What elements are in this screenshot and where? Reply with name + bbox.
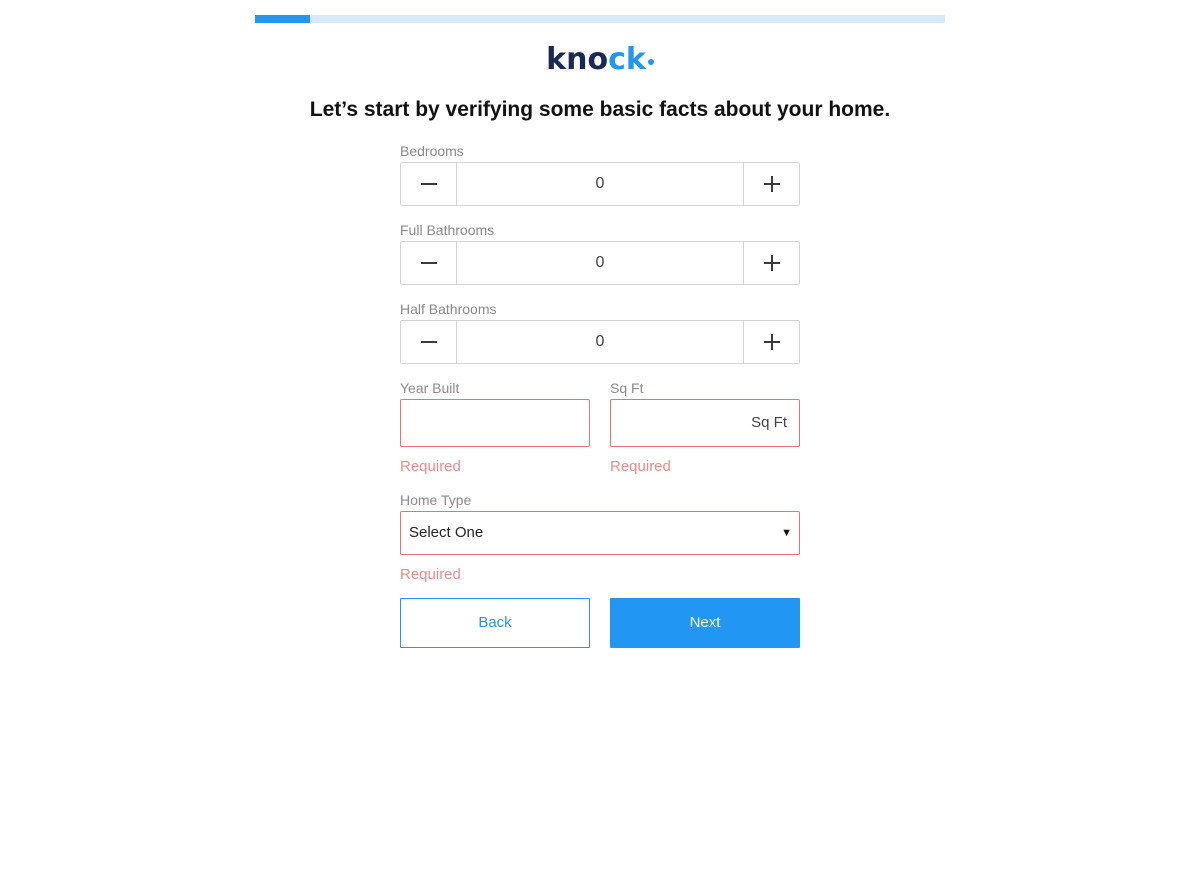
half-bathrooms-value[interactable]: 0	[457, 321, 743, 363]
full-bathrooms-decrement-button[interactable]	[401, 242, 457, 284]
bedrooms-label: Bedrooms	[400, 143, 464, 159]
year-built-group: Year Built Required	[400, 379, 590, 476]
plus-icon	[763, 334, 780, 350]
home-type-select[interactable]: Select One ▼	[400, 511, 800, 555]
home-facts-form: Bedrooms 0 Full Bathrooms 0 Half Bathroo…	[400, 142, 800, 648]
home-type-group: Home Type Select One ▼ Required	[400, 491, 800, 584]
progress-fill	[255, 15, 311, 23]
home-type-selected-value: Select One	[409, 524, 484, 541]
next-button[interactable]: Next	[610, 598, 800, 648]
year-built-error: Required	[400, 458, 461, 475]
progress-bar	[255, 15, 945, 23]
home-type-label: Home Type	[400, 492, 472, 508]
logo-text: kno	[546, 42, 609, 77]
sq-ft-error: Required	[610, 458, 671, 475]
sq-ft-suffix: Sq Ft	[751, 414, 787, 431]
page-title: Let’s start by verifying some basic fact…	[309, 98, 891, 121]
half-bathrooms-decrement-button[interactable]	[401, 321, 457, 363]
plus-icon	[763, 255, 780, 271]
back-button[interactable]: Back	[400, 598, 590, 648]
bedrooms-value[interactable]: 0	[457, 163, 743, 205]
full-bathrooms-label: Full Bathrooms	[400, 222, 495, 238]
caret-down-icon: ▼	[781, 527, 792, 539]
half-bathrooms-stepper: 0	[400, 320, 800, 364]
page: knock Let’s start by verifying some basi…	[0, 0, 1200, 890]
plus-icon	[763, 176, 780, 192]
bedrooms-increment-button[interactable]	[743, 163, 799, 205]
full-bathrooms-increment-button[interactable]	[743, 242, 799, 284]
minus-icon	[420, 183, 437, 185]
logo-dot	[647, 58, 654, 65]
year-built-label: Year Built	[400, 380, 460, 396]
half-bathrooms-increment-button[interactable]	[743, 321, 799, 363]
minus-icon	[420, 341, 437, 343]
year-built-input[interactable]	[400, 399, 590, 447]
half-bathrooms-label: Half Bathrooms	[400, 301, 497, 317]
sq-ft-label: Sq Ft	[610, 380, 644, 396]
knock-logo: knock	[0, 40, 1200, 80]
full-bathrooms-value[interactable]: 0	[457, 242, 743, 284]
minus-icon	[420, 262, 437, 264]
bedrooms-stepper: 0	[400, 162, 800, 206]
year-sqft-row: Year Built Required Sq Ft Sq Ft Required	[400, 379, 800, 476]
form-actions: Back Next	[400, 598, 800, 648]
sq-ft-group: Sq Ft Sq Ft Required	[610, 379, 800, 476]
half-bathrooms-group: Half Bathrooms 0	[400, 300, 800, 364]
logo-text-accent: ck	[608, 42, 646, 77]
full-bathrooms-group: Full Bathrooms 0	[400, 221, 800, 285]
full-bathrooms-stepper: 0	[400, 241, 800, 285]
home-type-error: Required	[400, 566, 461, 583]
bedrooms-decrement-button[interactable]	[401, 163, 457, 205]
bedrooms-group: Bedrooms 0	[400, 142, 800, 206]
sq-ft-input[interactable]: Sq Ft	[610, 399, 800, 447]
